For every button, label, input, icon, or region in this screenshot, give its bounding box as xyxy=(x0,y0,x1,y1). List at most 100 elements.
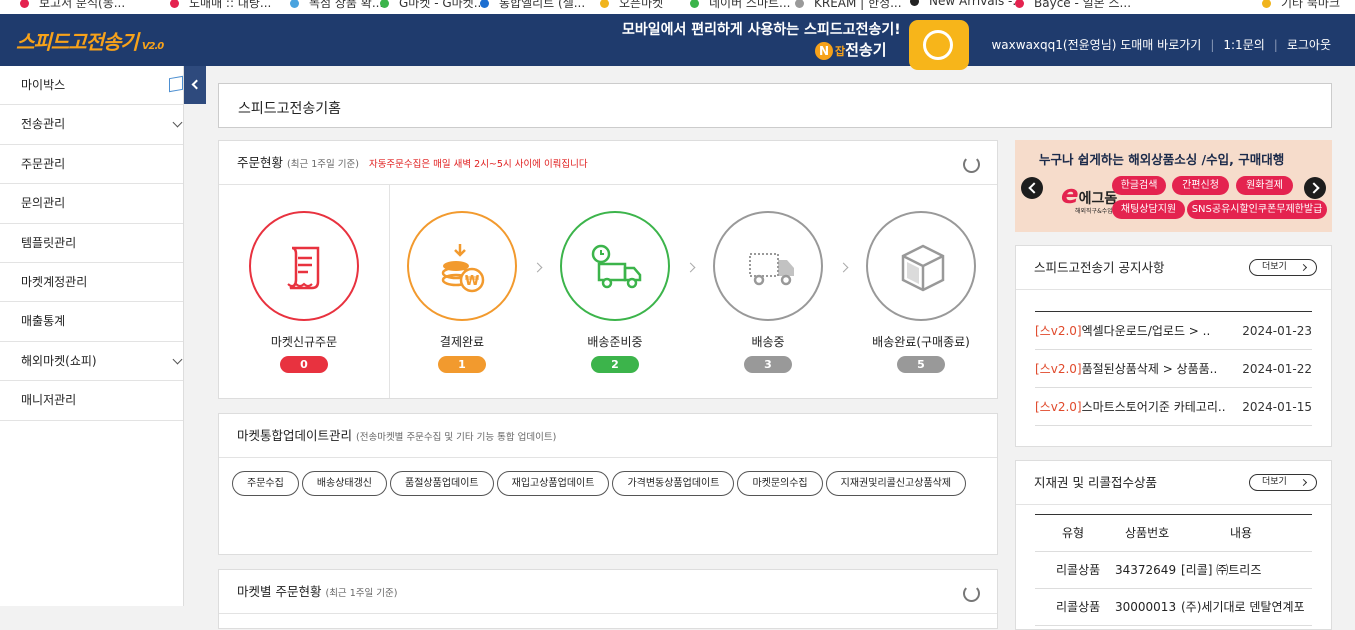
user-wholesale-link[interactable]: waxwaxqq1(전윤영님) 도매매 바로가기 xyxy=(991,38,1201,52)
app-badge-icon: N xyxy=(815,41,833,60)
stage-count-badge[interactable]: 0 xyxy=(280,356,328,373)
sidebar-item[interactable]: 매니저관리 xyxy=(0,381,183,421)
table-row[interactable]: 리콜상품 34372649 [리콜] ㈜트리즈 xyxy=(1035,552,1312,589)
chevron-right-icon xyxy=(685,262,696,273)
update-button[interactable]: 지재권및리콜신고상품삭제 xyxy=(825,471,967,496)
market-update-panel: 마켓통합업데이트관리 (전송마켓별 주문수집 및 기타 기능 통합 업데이트) 주… xyxy=(218,413,998,555)
cube-icon xyxy=(169,75,183,93)
banner-tag: 간편신청 xyxy=(1172,176,1229,195)
stage-circle[interactable]: ₩ xyxy=(407,211,517,321)
refresh-icon[interactable] xyxy=(963,585,980,602)
notice-more-button[interactable]: 더보기 xyxy=(1249,259,1317,276)
bookmark-item[interactable]: New Arrivals -... xyxy=(910,0,1024,8)
bookmark-item[interactable]: 기타 북마크 xyxy=(1262,0,1340,11)
stage-circle[interactable] xyxy=(866,211,976,321)
sidebar-item[interactable]: 문의관리 xyxy=(0,184,183,224)
bookmark-item[interactable]: 통합엘리트 (셀... xyxy=(480,0,585,11)
bookmark-icon xyxy=(795,0,804,8)
notice-date: 2024-01-22 xyxy=(1242,362,1312,376)
stage-count-badge[interactable]: 1 xyxy=(438,356,486,373)
bookmark-icon xyxy=(20,0,29,8)
table-cell: (주)세기대로 덴탈연계포 xyxy=(1181,600,1305,614)
update-button[interactable]: 품절상품업데이트 xyxy=(390,471,494,496)
notice-item[interactable]: [스v2.0]엑셀다운로드/업로드 > .. 2024-01-23 xyxy=(1035,312,1312,350)
page-title: 스피드고전송기홈 xyxy=(218,83,1332,128)
update-button[interactable]: 마켓문의수집 xyxy=(737,471,823,496)
stage-circle[interactable] xyxy=(560,211,670,321)
chevron-left-icon xyxy=(191,79,202,90)
bookmark-item[interactable]: 오픈마켓 xyxy=(600,0,663,11)
table-header-cell: 내용 xyxy=(1229,526,1253,540)
sidebar-item[interactable]: 마이박스 xyxy=(0,66,183,106)
mobile-app-icon[interactable] xyxy=(909,20,969,70)
banner-title: 누구나 쉽게하는 해외상품소싱 /수입, 구매대행 xyxy=(1039,152,1285,167)
update-button[interactable]: 배송상태갱신 xyxy=(301,471,388,496)
stage-count-badge[interactable]: 2 xyxy=(591,356,639,373)
banner-prev-button[interactable] xyxy=(1021,177,1043,199)
update-button-group: 주문수집 배송상태갱신 품절상품업데이트 재입고상품업데이트 가격변동상품업데이트 마켓문… xyxy=(219,458,997,507)
bookmark-label: 통합엘리트 (셀... xyxy=(499,0,586,10)
notice-item[interactable]: [스v2.0]품절된상품삭제 > 상품품.. 2024-01-22 xyxy=(1035,350,1312,388)
bookmark-item[interactable]: G마켓 - G마켓... xyxy=(380,0,485,11)
bookmark-icon xyxy=(1262,0,1271,8)
bookmark-icon xyxy=(910,0,919,6)
update-button[interactable]: 가격변동상품업데이트 xyxy=(612,471,735,496)
sidebar-item[interactable]: 매출통계 xyxy=(0,302,183,342)
bookmark-item[interactable]: 독점 상품 확... xyxy=(290,0,383,11)
bookmark-icon xyxy=(380,0,389,8)
update-button[interactable]: 재입고상품업데이트 xyxy=(496,471,610,496)
sidebar-item-label: 템플릿관리 xyxy=(21,235,77,250)
bookmark-icon xyxy=(600,0,609,8)
order-stage-list: 마켓신규주문 0 ₩ 결제완료 1 배송준비중 2 배송중 3 배송완료(구매종료) 5 xyxy=(219,185,997,398)
sidebar-item[interactable]: 템플릿관리 xyxy=(0,224,183,263)
table-cell: 30000013 xyxy=(1115,600,1177,614)
notice-date: 2024-01-15 xyxy=(1242,400,1312,414)
stage-count-badge[interactable]: 3 xyxy=(744,356,792,373)
order-status-header: 주문현황 (최근 1주일 기준) 자동주문수집은 매일 새벽 2시~5시 사이에 이… xyxy=(219,141,997,185)
banner-next-button[interactable] xyxy=(1304,177,1326,199)
bookmark-item[interactable]: Bayce - 일본 스... xyxy=(1015,0,1131,11)
notice-item[interactable]: [스v2.0]스마트스토어기준 카테고리.. 2024-01-15 xyxy=(1035,388,1312,426)
promo-line[interactable]: 모바일에서 편리하게 사용하는 스피드고전송기! xyxy=(622,19,901,39)
ip-products-panel: 지재권 및 리콜접수상품 더보기 유형 상품번호 내용 리콜상품 34372649 [리콜… xyxy=(1015,460,1332,630)
sidebar-item[interactable]: 마켓계정관리 xyxy=(0,263,183,303)
stage-circle[interactable] xyxy=(249,211,359,321)
notice-text: 엑셀다운로드/업로드 > .. xyxy=(1081,324,1211,338)
refresh-icon[interactable] xyxy=(963,156,980,173)
inquiry-link[interactable]: 1:1문의 xyxy=(1223,38,1264,52)
promo-brand[interactable]: N 잡전송기 xyxy=(815,39,887,60)
table-cell: 34372649 xyxy=(1115,563,1177,577)
stage-count-badge[interactable]: 5 xyxy=(897,356,945,373)
bookmark-icon xyxy=(690,0,699,8)
stage-label: 배송준비중 xyxy=(587,335,643,349)
update-button[interactable]: 주문수집 xyxy=(232,471,299,496)
bookmark-item[interactable]: 보고서 분석(동... xyxy=(20,0,125,11)
sidebar-item[interactable]: 해외마켓(쇼피) xyxy=(0,342,183,382)
bookmark-item[interactable]: 도매매 :: 대량... xyxy=(170,0,271,11)
table-row[interactable]: 리콜상품 30000013 (주)세기대로 덴탈연계포 xyxy=(1035,589,1312,626)
logout-link[interactable]: 로그아웃 xyxy=(1287,38,1331,52)
table-cell: 리콜상품 xyxy=(1056,600,1101,614)
bookmark-label: New Arrivals -... xyxy=(929,0,1024,8)
ip-more-button[interactable]: 더보기 xyxy=(1249,474,1317,491)
bookmark-icon xyxy=(1015,0,1024,8)
sidebar-collapse-button[interactable] xyxy=(184,66,206,104)
sidebar-item[interactable]: 주문관리 xyxy=(0,145,183,185)
market-orders-panel: 마켓별 주문현황 (최근 1주일 기준) xyxy=(218,569,998,629)
ip-products-table: 유형 상품번호 내용 리콜상품 34372649 [리콜] ㈜트리즈 리콜상품 3000001… xyxy=(1035,514,1312,626)
bookmarks-bar: 보고서 분석(동... 도매매 :: 대량... 독점 상품 확... G마켓 - G… xyxy=(0,0,1355,14)
order-status-panel: 주문현황 (최근 1주일 기준) 자동주문수집은 매일 새벽 2시~5시 사이에 이… xyxy=(218,140,998,399)
eggdom-banner[interactable]: 누구나 쉽게하는 해외상품소싱 /수입, 구매대행 e에그돔 해외직구&수입지원 … xyxy=(1015,140,1332,232)
sidebar-item[interactable]: 전송관리 xyxy=(0,105,183,145)
bookmark-item[interactable]: 네이버 스마트... xyxy=(690,0,791,11)
table-cell: [리콜] ㈜트리즈 xyxy=(1181,563,1262,577)
notice-panel: 스피드고전송기 공지사항 더보기 [스v2.0]엑셀다운로드/업로드 > .. 2… xyxy=(1015,245,1332,447)
stage-circle[interactable] xyxy=(713,211,823,321)
bookmark-label: 네이버 스마트... xyxy=(709,0,791,10)
sidebar-item-label: 마이박스 xyxy=(21,78,66,92)
bookmark-item[interactable]: KREAM | 한정... xyxy=(795,0,902,11)
app-logo[interactable]: 스피드고전송기 V2.0 xyxy=(16,26,164,55)
chevron-right-icon xyxy=(532,262,543,273)
bookmark-label: 도매매 :: 대량... xyxy=(189,0,272,10)
market-update-header: 마켓통합업데이트관리 (전송마켓별 주문수집 및 기타 기능 통합 업데이트) xyxy=(219,414,997,458)
